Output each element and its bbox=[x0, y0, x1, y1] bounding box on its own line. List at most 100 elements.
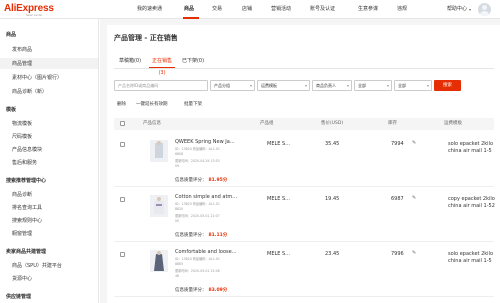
product-updated: 更新时间：2020-05-01 21:07 bbox=[175, 214, 220, 218]
tab-drafts[interactable]: 草稿箱(0) bbox=[114, 55, 146, 67]
tab-offline[interactable]: 已下架(0) bbox=[179, 55, 207, 67]
product-id: ID：13820 商品编码：AL1-01 bbox=[175, 147, 220, 151]
sidebar-item-showcase[interactable]: 橱窗管理 bbox=[12, 230, 32, 237]
row-checkbox[interactable] bbox=[120, 142, 125, 147]
sidebar-item-search-rules[interactable]: 搜索规则中心 bbox=[12, 217, 42, 224]
quality-score-label: 信息质量评分： bbox=[175, 233, 207, 238]
page-title: 产品管理 - 正在销售 bbox=[114, 34, 178, 42]
product-updated: 更新时间：2020-04-29 13:53 bbox=[175, 159, 220, 163]
quality-score-value: 81.11分 bbox=[208, 233, 228, 238]
row-checkbox[interactable] bbox=[120, 252, 125, 257]
help-center-link[interactable]: 帮助中心 bbox=[447, 0, 467, 19]
sidebar-item-ranking-tool[interactable]: 排名查询工具 bbox=[12, 204, 42, 211]
owner-select[interactable]: 商品负责人 ▾ bbox=[312, 80, 352, 91]
sidebar-section-products: 商品 bbox=[6, 32, 17, 38]
product-thumbnail[interactable] bbox=[150, 250, 168, 272]
quality-score-label: 信息质量评分： bbox=[175, 288, 207, 293]
main-area: 产品管理 - 正在销售 草稿箱(0) 正在销售(3) 已下架(0) 产品名称ID… bbox=[100, 19, 500, 303]
shipping-template: solo epacket 2kilo china air mail 1-5 bbox=[448, 141, 494, 154]
product-updated: 更新时间：2020-05-01 21:06 bbox=[175, 269, 220, 273]
select-value: 产品分组 bbox=[214, 83, 230, 88]
top-bar: AliExpress Seller Center 我的速卖通 商品 交易 店铺 … bbox=[0, 0, 500, 19]
edit-stock-icon[interactable]: ✎ bbox=[412, 250, 416, 256]
sidebar-item-media-center[interactable]: 素材中心（图片银行） bbox=[12, 74, 62, 81]
chevron-down-icon: ▾ bbox=[304, 83, 307, 88]
table-header: 产品信息 产品组 售价(USD) 库存 运费模板 bbox=[114, 118, 494, 130]
avatar[interactable] bbox=[478, 3, 491, 16]
status-select[interactable]: 全部 ▾ bbox=[354, 80, 392, 91]
quality-score: 信息质量评分： 81.95分 bbox=[175, 177, 227, 183]
product-thumbnail[interactable] bbox=[150, 140, 168, 162]
chevron-down-icon: ▾ bbox=[249, 83, 252, 88]
product-price: 19.45 bbox=[325, 196, 340, 202]
select-value: 全部 bbox=[398, 83, 406, 88]
batch-offline-button[interactable]: 批量下架 bbox=[184, 101, 202, 107]
product-code: 8865 bbox=[175, 262, 184, 266]
sidebar-item-diagnosis[interactable]: 商品诊断 bbox=[12, 191, 32, 198]
nav-marketing[interactable]: 营销活动 bbox=[271, 0, 291, 19]
chevron-down-icon[interactable]: ▾ bbox=[469, 0, 471, 19]
column-stock: 库存 bbox=[388, 121, 397, 126]
quality-score: 信息质量评分： 81.11分 bbox=[175, 232, 227, 238]
delete-button[interactable]: 删除 bbox=[117, 101, 126, 107]
product-thumbnail[interactable] bbox=[150, 195, 168, 217]
tab-on-sale[interactable]: 正在销售(3) bbox=[147, 55, 177, 76]
sidebar-item-publish[interactable]: 发布商品 bbox=[12, 46, 32, 53]
product-id: ID：13820 商品编码：AL1-01 bbox=[175, 257, 220, 261]
product-price: 35.45 bbox=[325, 141, 340, 147]
sidebar-item-size-template[interactable]: 尺码模板 bbox=[12, 133, 32, 140]
sidebar-section-templates: 模板 bbox=[6, 107, 17, 113]
select-all-checkbox[interactable] bbox=[120, 121, 125, 126]
sidebar-section-supply-chain: 供应链管理 bbox=[6, 294, 32, 300]
product-group: MELE S... bbox=[267, 251, 290, 257]
sidebar: 商品 发布商品 商品管理 素材中心（图片银行） 商品诊断（新） 模板 物流模板 … bbox=[0, 19, 99, 303]
content-card: 产品管理 - 正在销售 草稿箱(0) 正在销售(3) 已下架(0) 产品名称ID… bbox=[107, 25, 500, 303]
shipping-template-select[interactable]: 运费模板 ▾ bbox=[257, 80, 310, 91]
product-updated-cont: 09 bbox=[175, 164, 180, 168]
product-updated-cont: 00 bbox=[175, 219, 180, 223]
product-stock: 6987 bbox=[391, 196, 404, 202]
sidebar-item-spu-platform[interactable]: 商品（SPU）共建平台 bbox=[12, 262, 62, 269]
search-button[interactable]: 搜索 bbox=[434, 80, 461, 91]
edit-stock-icon[interactable]: ✎ bbox=[412, 140, 416, 146]
sidebar-item-source-center[interactable]: 货源中心 bbox=[12, 275, 32, 282]
sidebar-item-product-management[interactable]: 商品管理 bbox=[12, 60, 32, 67]
column-price: 售价(USD) bbox=[321, 121, 344, 126]
nav-store[interactable]: 店铺 bbox=[242, 0, 252, 19]
nav-business-advisor[interactable]: 生意参谋 bbox=[358, 0, 378, 19]
row-checkbox[interactable] bbox=[120, 197, 125, 202]
nav-my-aliexpress[interactable]: 我的速卖通 bbox=[137, 0, 162, 19]
chevron-down-icon: ▾ bbox=[426, 83, 429, 88]
shipping-template: solo epacket 2kilo china air mail 1-5 bbox=[448, 251, 494, 264]
sidebar-item-shipping-template[interactable]: 物流模板 bbox=[12, 120, 32, 127]
search-input[interactable]: 产品名称ID或商品编码 bbox=[114, 80, 208, 91]
table-row: Cotton simple and atm... ID：13820 商品编码：A… bbox=[114, 188, 495, 242]
sidebar-section-search: 搜索推荐管理中心 bbox=[6, 178, 47, 184]
quality-score: 信息质量评分： 83.09分 bbox=[175, 287, 227, 293]
quality-score-label: 信息质量评分： bbox=[175, 178, 207, 183]
sidebar-item-product-diagnosis[interactable]: 商品诊断（新） bbox=[12, 88, 47, 95]
extend-validity-button[interactable]: 一键延长有效期 bbox=[136, 101, 168, 107]
nav-violations[interactable]: 违规 bbox=[397, 0, 407, 19]
product-group: MELE S... bbox=[267, 141, 290, 147]
category-select[interactable]: 全部 ▾ bbox=[394, 80, 432, 91]
quality-score-value: 83.09分 bbox=[208, 288, 228, 293]
sidebar-section-co-build: 卖家商品共建管理 bbox=[6, 249, 47, 255]
sidebar-item-after-sales[interactable]: 售后和服务 bbox=[12, 159, 37, 166]
nav-orders[interactable]: 交易 bbox=[212, 0, 222, 19]
product-group-select[interactable]: 产品分组 ▾ bbox=[210, 80, 255, 91]
product-name[interactable]: QWEEK Spring New Ja... bbox=[175, 139, 245, 145]
column-shipping-template: 运费模板 bbox=[444, 121, 462, 126]
product-name[interactable]: Cotton simple and atm... bbox=[175, 194, 245, 200]
product-stock: 7994 bbox=[391, 141, 404, 147]
nav-account[interactable]: 账号及认证 bbox=[310, 0, 335, 19]
column-product-info: 产品信息 bbox=[143, 121, 161, 126]
edit-stock-icon[interactable]: ✎ bbox=[412, 195, 416, 201]
sidebar-item-product-info-module[interactable]: 产品信息模块 bbox=[12, 146, 42, 153]
product-name[interactable]: Comfortable and loose... bbox=[175, 249, 245, 255]
tab-divider bbox=[114, 68, 494, 69]
product-stock: 7996 bbox=[391, 251, 404, 257]
logo-subtitle: Seller Center bbox=[26, 14, 43, 17]
product-code: 6808 bbox=[175, 152, 184, 156]
aliexpress-logo[interactable]: AliExpress bbox=[4, 3, 54, 14]
